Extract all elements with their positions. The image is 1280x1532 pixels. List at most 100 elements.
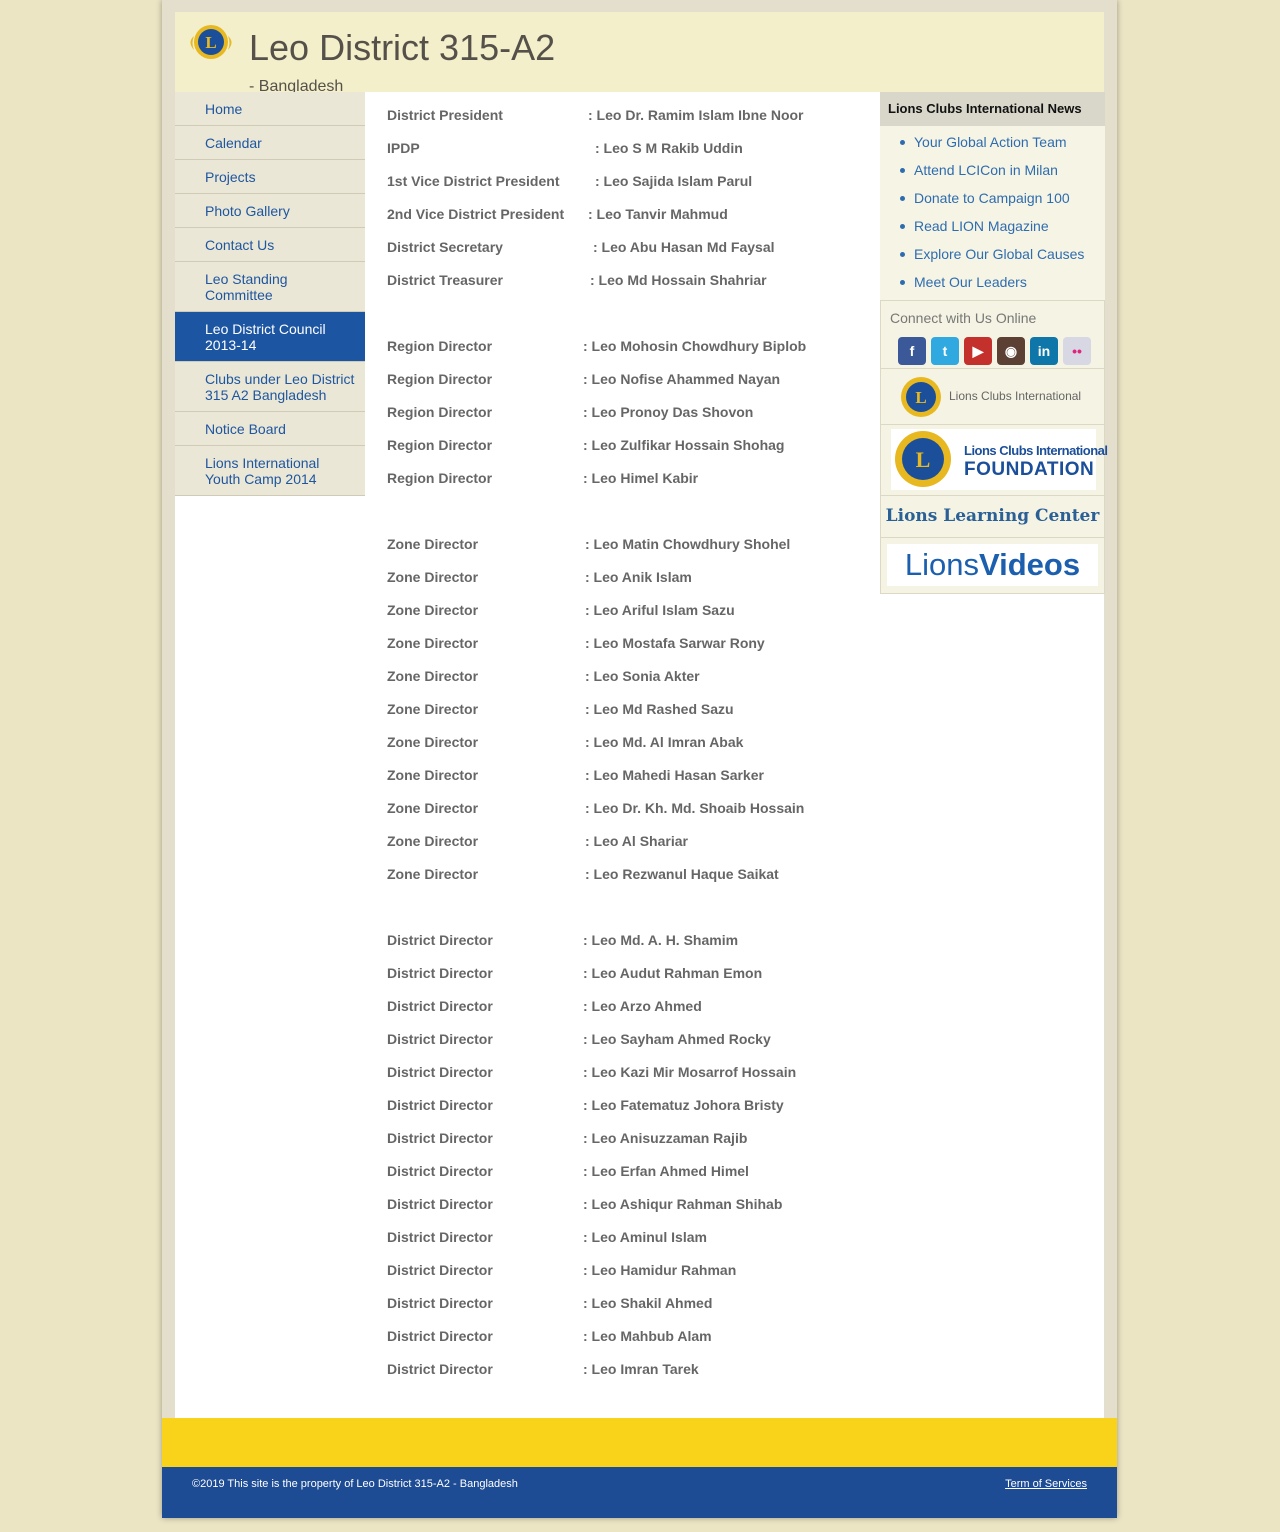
roster-member-name: : Leo Fatematuz Johora Bristy [583, 1097, 784, 1113]
news-list: Your Global Action Team Attend LCICon in … [880, 126, 1105, 301]
roster-member-name: : Leo Arzo Ahmed [583, 998, 702, 1014]
site-title: Leo District 315-A2 [249, 27, 556, 68]
roster-member-name: : Leo Imran Tarek [583, 1361, 699, 1377]
roster-role: Zone Director [387, 833, 479, 849]
roster-role: Zone Director [387, 602, 479, 618]
videos-prefix: Lions [904, 547, 979, 582]
roster-row: Zone Director: Leo Anik Islam [387, 569, 887, 589]
roster-role: District President [387, 107, 503, 123]
roster-row: Zone Director: Leo Md Rashed Sazu [387, 701, 887, 721]
roster-row: Zone Director: Leo Al Shariar [387, 833, 887, 853]
roster-member-name: : Leo Aminul Islam [583, 1229, 707, 1245]
roster-role: Zone Director [387, 800, 479, 816]
facebook-icon[interactable]: f [898, 337, 926, 365]
roster-member-name: : Leo Ashiqur Rahman Shihab [583, 1196, 783, 1212]
roster-role: District Director [387, 1031, 493, 1047]
roster-member-name: : Leo Mohosin Chowdhury Biplob [583, 338, 807, 354]
roster-member-name: : Leo Sayham Ahmed Rocky [583, 1031, 771, 1047]
roster-row: District Director : Leo Aminul Islam [387, 1229, 887, 1249]
footer: ©2019 This site is the property of Leo D… [162, 1467, 1117, 1518]
site-header: L Leo District 315-A2 - Bangladesh [175, 12, 1104, 95]
roster-member-name: : Leo Erfan Ahmed Himel [583, 1163, 749, 1179]
roster-member-name: : Leo Md Hossain Shahriar [590, 272, 767, 288]
roster-member-name: : Leo Shakil Ahmed [583, 1295, 713, 1311]
nav-item-contact-us[interactable]: Contact Us [175, 228, 365, 262]
roster-role: Zone Director [387, 767, 479, 783]
right-sidebar: Lions Clubs International News Your Glob… [880, 92, 1108, 594]
nav-item-calendar[interactable]: Calendar [175, 126, 365, 160]
learning-center-link[interactable]: Lions Learning Center [880, 496, 1105, 538]
roster-row: Zone Director: Leo Md. Al Imran Abak [387, 734, 887, 754]
roster-member-name: : Leo Mahbub Alam [583, 1328, 712, 1344]
twitter-icon[interactable]: t [931, 337, 959, 365]
roster-role: District Secretary [387, 239, 503, 255]
news-link-explore-our-global-causes[interactable]: Explore Our Global Causes [880, 240, 1105, 268]
lcif-banner: L Lions Clubs International FOUNDATION [891, 429, 1108, 490]
page-container: L Leo District 315-A2 - Bangladesh Home C… [162, 0, 1117, 1518]
nav-item-clubs-under-leo-district-315-a2-bangladesh[interactable]: Clubs under Leo District 315 A2 Banglade… [175, 362, 365, 412]
roster-role: District Director [387, 1196, 493, 1212]
lci-link[interactable]: L Lions Clubs International [880, 369, 1105, 425]
roster-member-name: : Leo Anisuzzaman Rajib [583, 1130, 748, 1146]
nav-item-leo-standing-committee[interactable]: Leo Standing Committee [175, 262, 365, 312]
terms-link[interactable]: Term of Services [1005, 1478, 1087, 1490]
roster-member-name: : Leo Md. A. H. Shamim [583, 932, 739, 948]
roster-row: District Director: Leo Imran Tarek [387, 1361, 887, 1381]
roster-row: District Treasurer : Leo Md Hossain Shahr… [387, 272, 887, 292]
lions-emblem-icon: L [895, 431, 951, 487]
roster-row: District Director : Leo Erfan Ahmed Himel [387, 1163, 887, 1183]
roster-role: Zone Director [387, 866, 479, 882]
roster-role: District Director [387, 932, 493, 948]
news-link-attend-lcicon-in-milan[interactable]: Attend LCICon in Milan [880, 156, 1105, 184]
news-heading: Lions Clubs International News [880, 92, 1105, 126]
nav-item-leo-district-council-2013-14[interactable]: Leo District Council 2013-14 [175, 312, 365, 362]
roster-row: District Director: Leo Kazi Mir Mosarrof… [387, 1064, 887, 1084]
roster-row: District Director: Leo Hamidur Rahman [387, 1262, 887, 1282]
news-link-your-global-action-team[interactable]: Your Global Action Team [880, 128, 1105, 156]
roster-row: Region Director: Leo Pronoy Das Shovon [387, 404, 887, 424]
roster-role: District Director [387, 965, 493, 981]
videos-suffix: Videos [979, 547, 1081, 582]
lcif-link[interactable]: L Lions Clubs International FOUNDATION [880, 425, 1108, 496]
youtube-icon[interactable]: ▶ [964, 337, 992, 365]
nav-item-projects[interactable]: Projects [175, 160, 365, 194]
instagram-icon[interactable]: ◉ [997, 337, 1025, 365]
lions-emblem-logo[interactable]: L [185, 16, 237, 68]
roster-row: Zone Director: Leo Sonia Akter [387, 668, 887, 688]
lions-videos-link[interactable]: LionsVideos [880, 538, 1105, 594]
roster-row: District President: Leo Dr. Ramim Islam … [387, 107, 887, 127]
roster-row: Zone Director: Leo Ariful Islam Sazu [387, 602, 887, 622]
roster-member-name: : Leo Dr. Kh. Md. Shoaib Hossain [585, 800, 805, 816]
roster-role: Region Director [387, 338, 493, 354]
flickr-icon[interactable]: •• [1063, 337, 1091, 365]
linkedin-icon[interactable]: in [1030, 337, 1058, 365]
news-link-read-lion-magazine[interactable]: Read LION Magazine [880, 212, 1105, 240]
roster-row: District Director : Leo Md. A. H. Shamim [387, 932, 887, 952]
roster-member-name: : Leo Md. Al Imran Abak [585, 734, 744, 750]
roster-row: 1st Vice District President: Leo Sajida … [387, 173, 887, 193]
roster-row: Region Director: Leo Nofise Ahammed Naya… [387, 371, 887, 391]
roster-role: District Director [387, 1262, 493, 1278]
roster-role: Region Director [387, 371, 493, 387]
roster-role: District Director [387, 1064, 493, 1080]
nav-item-home[interactable]: Home [175, 92, 365, 126]
nav-item-lions-international-youth-camp-2014[interactable]: Lions International Youth Camp 2014 [175, 446, 365, 496]
roster-row: 2nd Vice District President: Leo Tanvir … [387, 206, 887, 226]
roster-member-name: : Leo Mahedi Hasan Sarker [585, 767, 764, 783]
news-link-donate-to-campaign-100[interactable]: Donate to Campaign 100 [880, 184, 1105, 212]
roster-role: District Director [387, 1229, 493, 1245]
svg-text:L: L [916, 447, 931, 472]
news-link-meet-our-leaders[interactable]: Meet Our Leaders [880, 268, 1105, 296]
nav-item-photo-gallery[interactable]: Photo Gallery [175, 194, 365, 228]
roster-member-name: : Leo Abu Hasan Md Faysal [593, 239, 775, 255]
roster-role: District Director [387, 998, 493, 1014]
sidebar-nav: Home Calendar Projects Photo Gallery Contact… [175, 92, 365, 496]
roster-row: District Director : Leo Fatematuz Johora … [387, 1097, 887, 1117]
nav-item-notice-board[interactable]: Notice Board [175, 412, 365, 446]
copyright-text: ©2019 This site is the property of Leo D… [192, 1478, 518, 1490]
footer-band [162, 1418, 1117, 1467]
roster-role: District Treasurer [387, 272, 503, 288]
roster-role: District Director [387, 1097, 493, 1113]
roster-role: District Director [387, 1163, 493, 1179]
roster-row: Zone Director: Leo Mostafa Sarwar Rony [387, 635, 887, 655]
